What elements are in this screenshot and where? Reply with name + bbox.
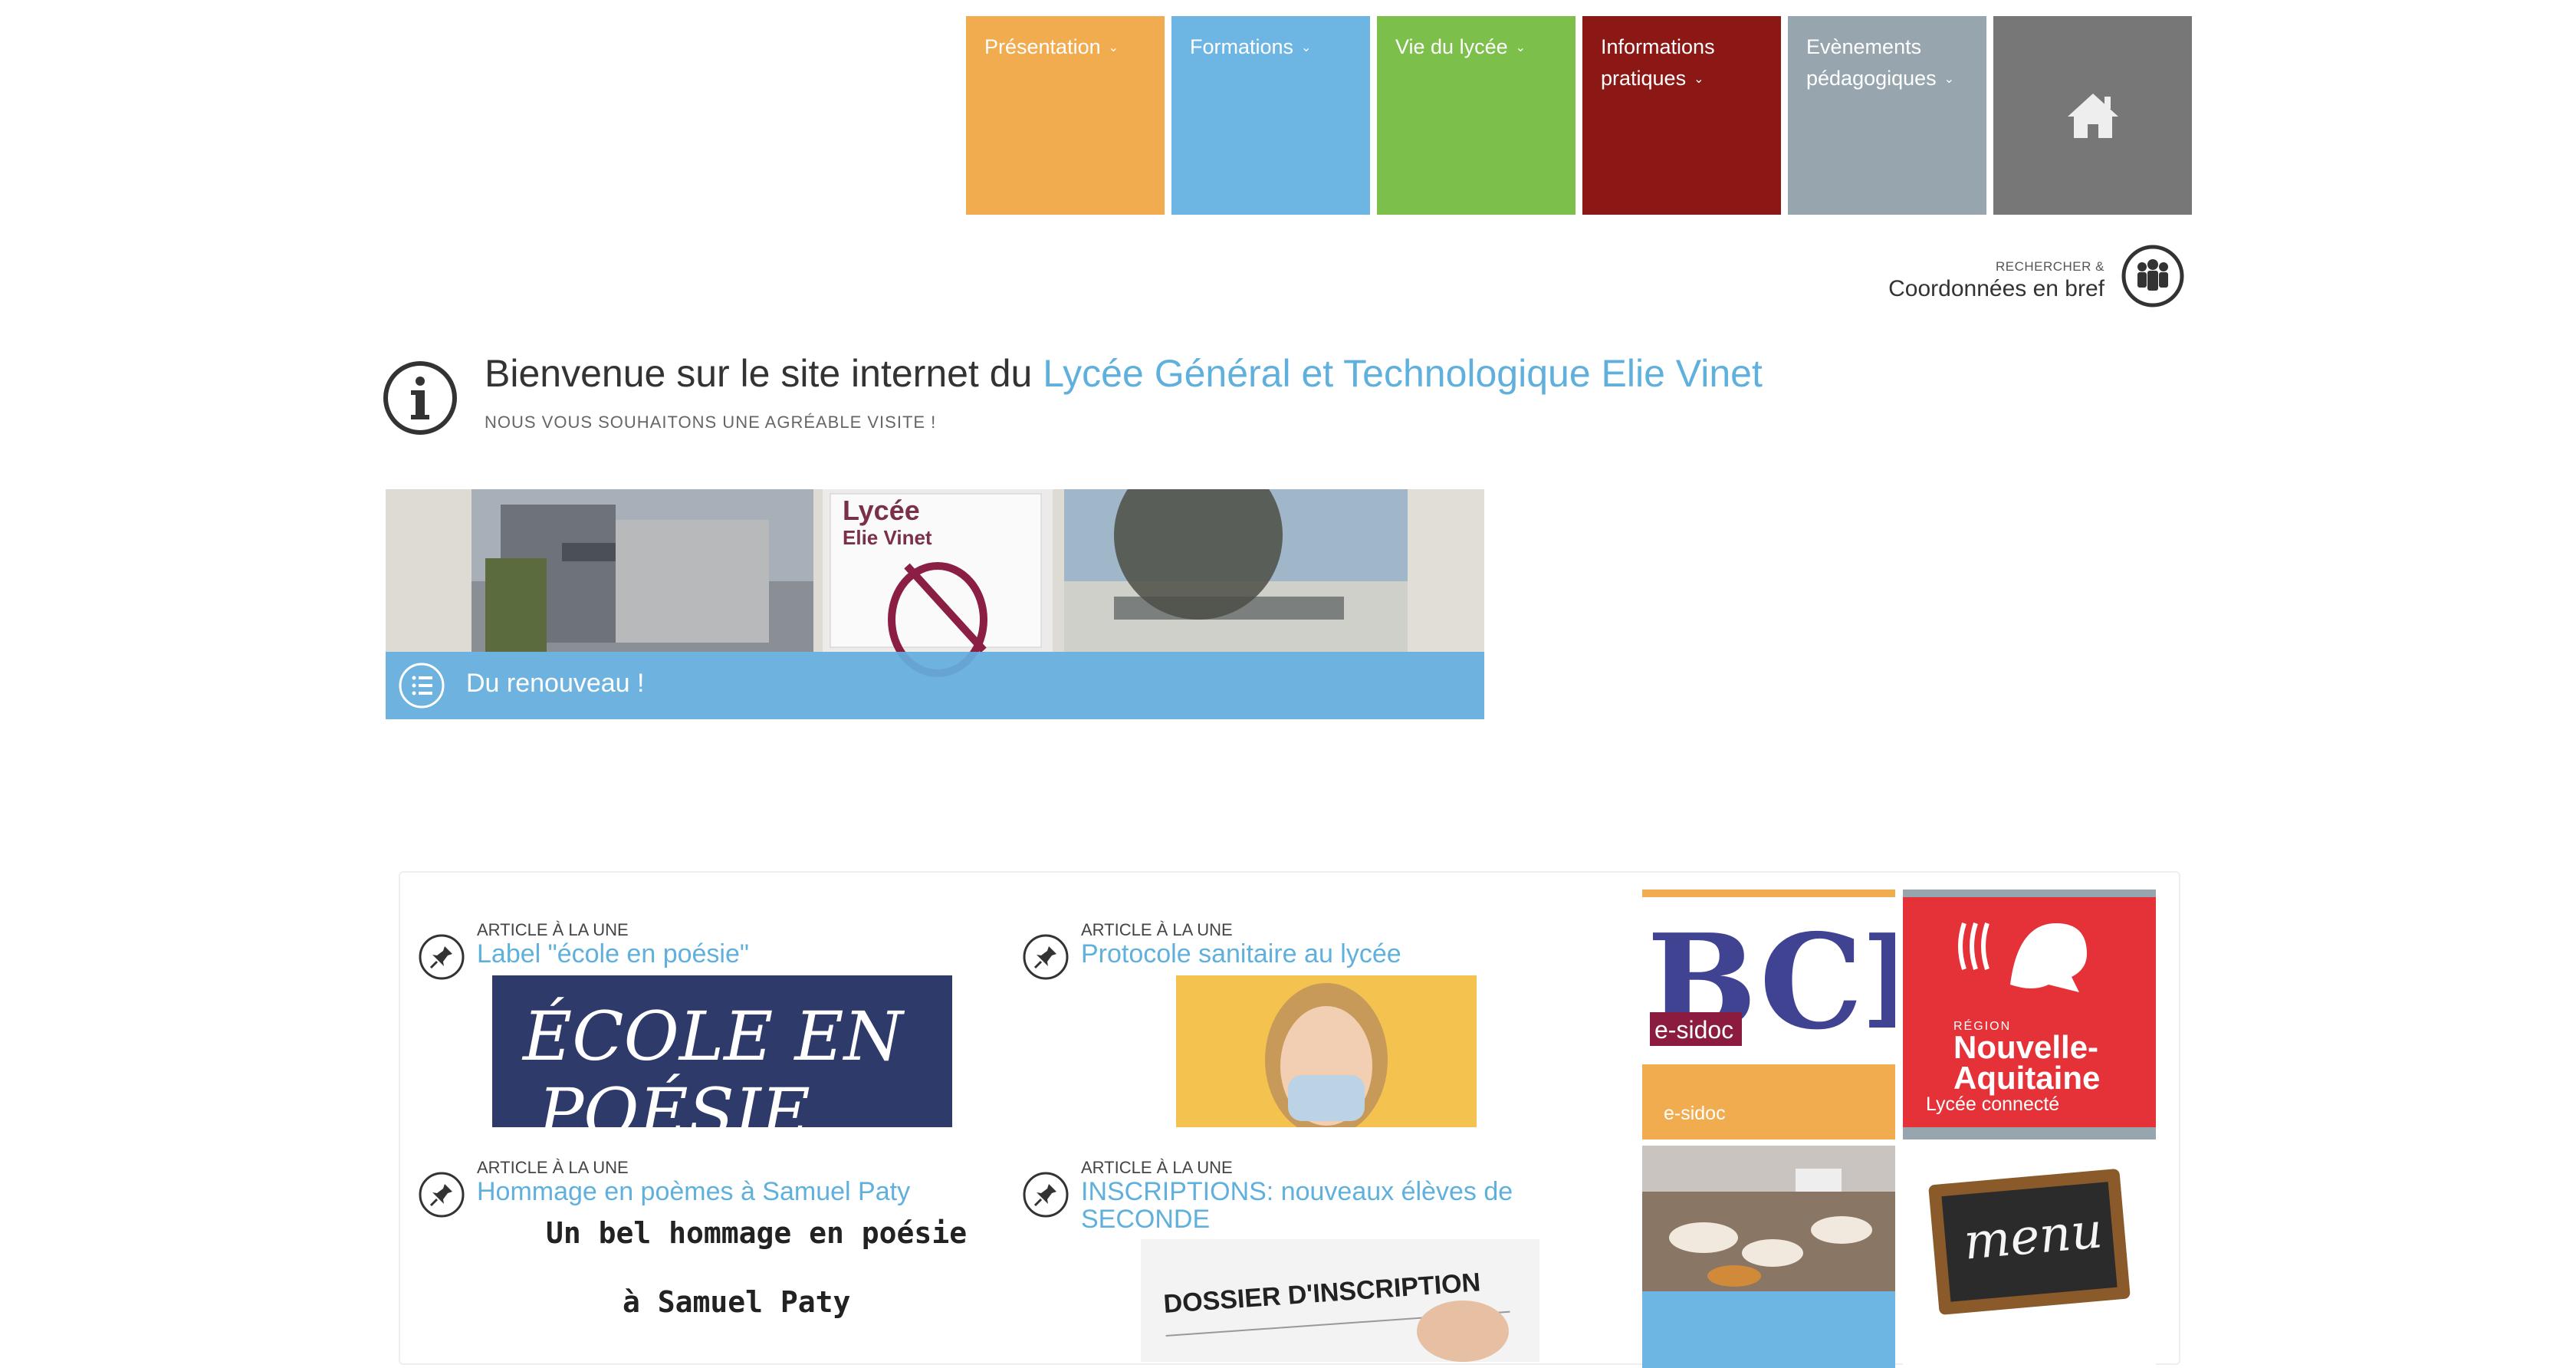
menu-board-image: menu <box>1928 1169 2131 1315</box>
home-icon <box>2067 93 2118 138</box>
nav-tile-presentation[interactable]: Présentation ⌄ <box>966 16 1165 215</box>
article-image-text-2: POÉSIE <box>537 1074 810 1127</box>
pin-icon <box>1023 934 1069 980</box>
page-subtitle: NOUS VOUS SOUHAITONS UNE AGRÉABLE VISITE… <box>485 413 937 432</box>
article-title-hommage-samuel-paty[interactable]: Hommage en poèmes à Samuel Paty <box>477 1178 910 1205</box>
article-title-protocole-sanitaire[interactable]: Protocole sanitaire au lycée <box>1081 940 1401 968</box>
nav-tile-informations-pratiques[interactable]: Informations pratiques ⌄ <box>1582 16 1781 215</box>
info-icon <box>383 361 457 435</box>
contact-kicker: RECHERCHER & <box>1995 259 2104 274</box>
list-icon <box>399 663 445 709</box>
nav-tile-formations[interactable]: Formations ⌄ <box>1171 16 1370 215</box>
shortcut-menu[interactable]: menu <box>1903 1146 2156 1368</box>
chevron-down-icon: ⌄ <box>1108 41 1119 55</box>
nav-label-informations-line1: Informations <box>1601 35 1715 58</box>
shortcut-e-sidoc[interactable]: BCDI e-sidoc e-sidoc <box>1642 890 1895 1139</box>
article-image-inscriptions[interactable]: DOSSIER D'INSCRIPTION <box>1141 1239 1539 1362</box>
shortcut-lycee-connecte[interactable]: RÉGION Nouvelle- Aquitaine Lycée connect… <box>1903 890 2156 1139</box>
article-title-inscriptions-line1[interactable]: INSCRIPTIONS: nouveaux élèves de <box>1081 1178 1513 1205</box>
people-icon[interactable] <box>2121 244 2185 308</box>
article-image-protocole-sanitaire[interactable] <box>1176 975 1477 1127</box>
article-image-ecole-en-poesie[interactable]: ÉCOLE EN POÉSIE <box>492 975 952 1127</box>
article-body-line2: à Samuel Paty <box>623 1285 851 1319</box>
article-body-line1: Un bel hommage en poésie <box>546 1216 968 1250</box>
bcdi-logo: BCDI e-sidoc <box>1642 897 1895 1064</box>
contact-link[interactable]: Coordonnées en bref <box>1888 276 2104 302</box>
article-kicker: ARTICLE À LA UNE <box>477 1158 629 1177</box>
cafeteria-image <box>1642 1146 1895 1291</box>
chevron-down-icon: ⌄ <box>1694 73 1704 87</box>
nav-label-vie-du-lycee: Vie du lycée <box>1395 35 1508 58</box>
chevron-down-icon: ⌄ <box>1301 41 1312 55</box>
shortcut-label-e-sidoc: e-sidoc <box>1664 1103 1726 1124</box>
article-title-inscriptions-line2[interactable]: SECONDE <box>1081 1205 1210 1233</box>
region-logo-line1: Nouvelle- <box>1953 1029 2099 1065</box>
article-kicker: ARTICLE À LA UNE <box>1081 920 1233 939</box>
welcome-prefix: Bienvenue sur le site internet du <box>485 352 1043 395</box>
nav-label-informations-line2: pratiques <box>1601 67 1687 90</box>
article-kicker: ARTICLE À LA UNE <box>477 920 629 939</box>
region-logo-line2: Aquitaine <box>1953 1060 2101 1096</box>
shortcut-restauration[interactable] <box>1642 1146 1895 1368</box>
pin-icon <box>419 934 465 980</box>
nav-tile-vie-du-lycee[interactable]: Vie du lycée ⌄ <box>1377 16 1576 215</box>
nav-label-evenements-line2: pédagogiques <box>1806 67 1937 90</box>
nav-tile-home[interactable] <box>1993 16 2192 215</box>
content-card: ARTICLE À LA UNE Label "école en poésie"… <box>399 871 2180 1368</box>
region-lion-logo <box>1958 922 2087 992</box>
article-kicker: ARTICLE À LA UNE <box>1081 1158 1233 1177</box>
school-name: Lycée Général et Technologique Elie Vine… <box>1043 352 1763 395</box>
menu-board-text: menu <box>1962 1202 2105 1271</box>
banner-sign-line1: Lycée <box>843 495 920 526</box>
page-title: Bienvenue sur le site internet du Lycée … <box>485 351 1763 396</box>
bcdi-logo-sub: e-sidoc <box>1654 1016 1733 1044</box>
banner-caption: Du renouveau ! <box>466 669 645 698</box>
chevron-down-icon: ⌄ <box>1515 41 1526 55</box>
article-image-text-1: ÉCOLE EN <box>521 997 905 1076</box>
chevron-down-icon: ⌄ <box>1944 73 1955 87</box>
nav-tile-evenements-pedagogiques[interactable]: Evènements pédagogiques ⌄ <box>1788 16 1986 215</box>
banner-sign-line2: Elie Vinet <box>843 526 932 549</box>
nav-label-evenements-line1: Evènements <box>1806 35 1922 58</box>
nav-label-presentation: Présentation <box>984 35 1101 58</box>
pin-icon <box>419 1172 465 1218</box>
nav-label-formations: Formations <box>1190 35 1294 58</box>
shortcut-label-lycee-connecte: Lycée connecté <box>1926 1093 2060 1115</box>
article-title-ecole-en-poesie[interactable]: Label "école en poésie" <box>477 940 749 968</box>
banner-slideshow[interactable]: Lycée Elie Vinet Du renouveau ! <box>386 489 1484 719</box>
pin-icon <box>1023 1172 1069 1218</box>
banner-caption-bar[interactable]: Du renouveau ! <box>386 652 1484 719</box>
